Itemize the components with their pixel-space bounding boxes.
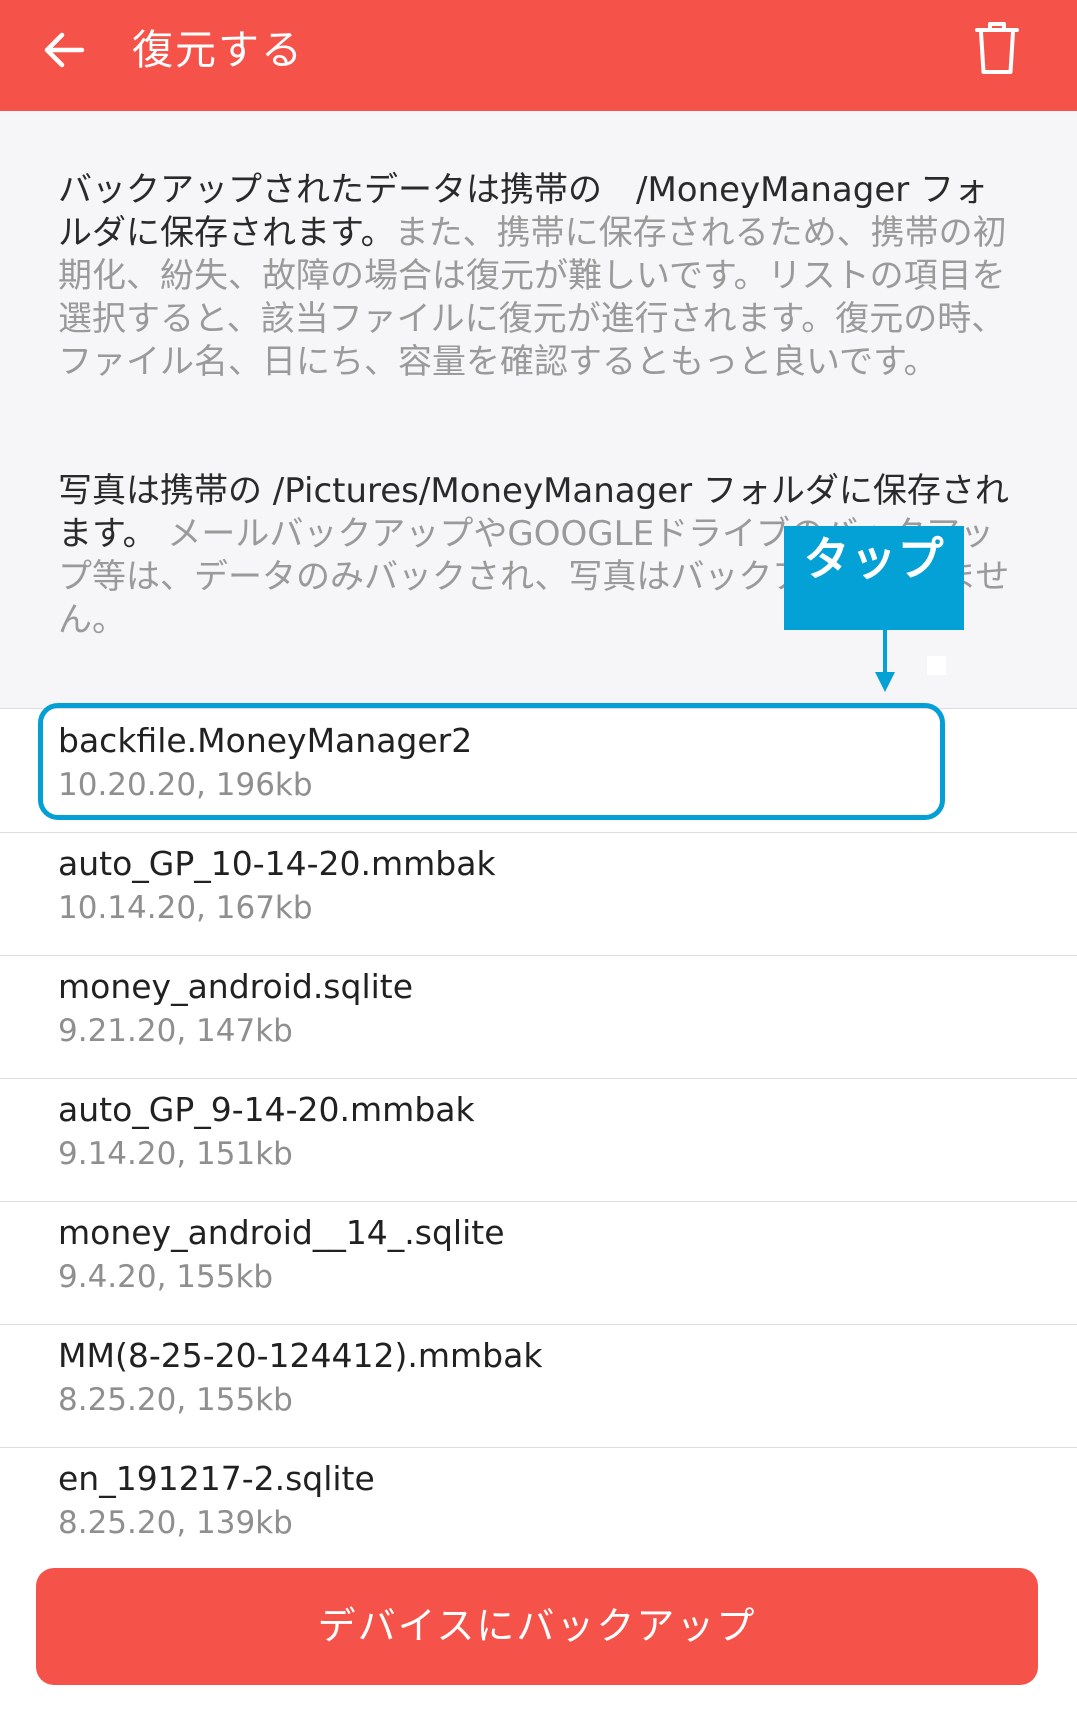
arrow-left-icon[interactable] <box>38 24 90 76</box>
info-paragraph-backup-location: バックアップされたデータは携帯の /MoneyManager フォルダに保存され… <box>58 169 1018 384</box>
file-date-size: 8.25.20, 155kb <box>58 1382 293 1418</box>
file-list-item[interactable]: backfile.MoneyManager2 10.20.20, 196kb <box>0 710 1077 833</box>
callout-marker <box>927 656 946 675</box>
file-date-size: 9.4.20, 155kb <box>58 1259 274 1295</box>
file-date-size: 8.25.20, 139kb <box>58 1505 293 1540</box>
page-title: 復元する <box>132 26 304 74</box>
file-list-item[interactable]: auto_GP_9-14-20.mmbak 9.14.20, 151kb <box>0 1079 1077 1202</box>
file-list-item[interactable]: money_android__14_.sqlite 9.4.20, 155kb <box>0 1202 1077 1325</box>
file-date-size: 10.14.20, 167kb <box>58 890 313 926</box>
file-list-item[interactable]: money_android.sqlite 9.21.20, 147kb <box>0 956 1077 1079</box>
file-name: money_android__14_.sqlite <box>58 1213 505 1252</box>
file-list-item[interactable]: en_191217-2.sqlite 8.25.20, 139kb <box>0 1448 1077 1540</box>
file-list-item[interactable]: MM(8-25-20-124412).mmbak 8.25.20, 155kb <box>0 1325 1077 1448</box>
file-date-size: 9.14.20, 151kb <box>58 1136 293 1172</box>
file-date-size: 10.20.20, 196kb <box>58 767 313 803</box>
file-list-item[interactable]: auto_GP_10-14-20.mmbak 10.14.20, 167kb <box>0 833 1077 956</box>
file-name: money_android.sqlite <box>58 967 414 1006</box>
down-arrow-icon <box>875 628 895 692</box>
file-name: en_191217-2.sqlite <box>58 1459 375 1498</box>
file-name: auto_GP_9-14-20.mmbak <box>58 1090 475 1129</box>
file-name: backfile.MoneyManager2 <box>58 721 473 760</box>
file-date-size: 9.21.20, 147kb <box>58 1013 293 1049</box>
trash-icon[interactable] <box>974 20 1020 76</box>
tap-callout: タップ <box>784 526 964 630</box>
backup-file-list: backfile.MoneyManager2 10.20.20, 196kb aut… <box>0 710 1077 1540</box>
app-bar: 復元する <box>0 0 1077 111</box>
file-name: MM(8-25-20-124412).mmbak <box>58 1336 543 1375</box>
file-name: auto_GP_10-14-20.mmbak <box>58 844 496 883</box>
backup-to-device-button[interactable]: デバイスにバックアップ <box>36 1568 1038 1685</box>
